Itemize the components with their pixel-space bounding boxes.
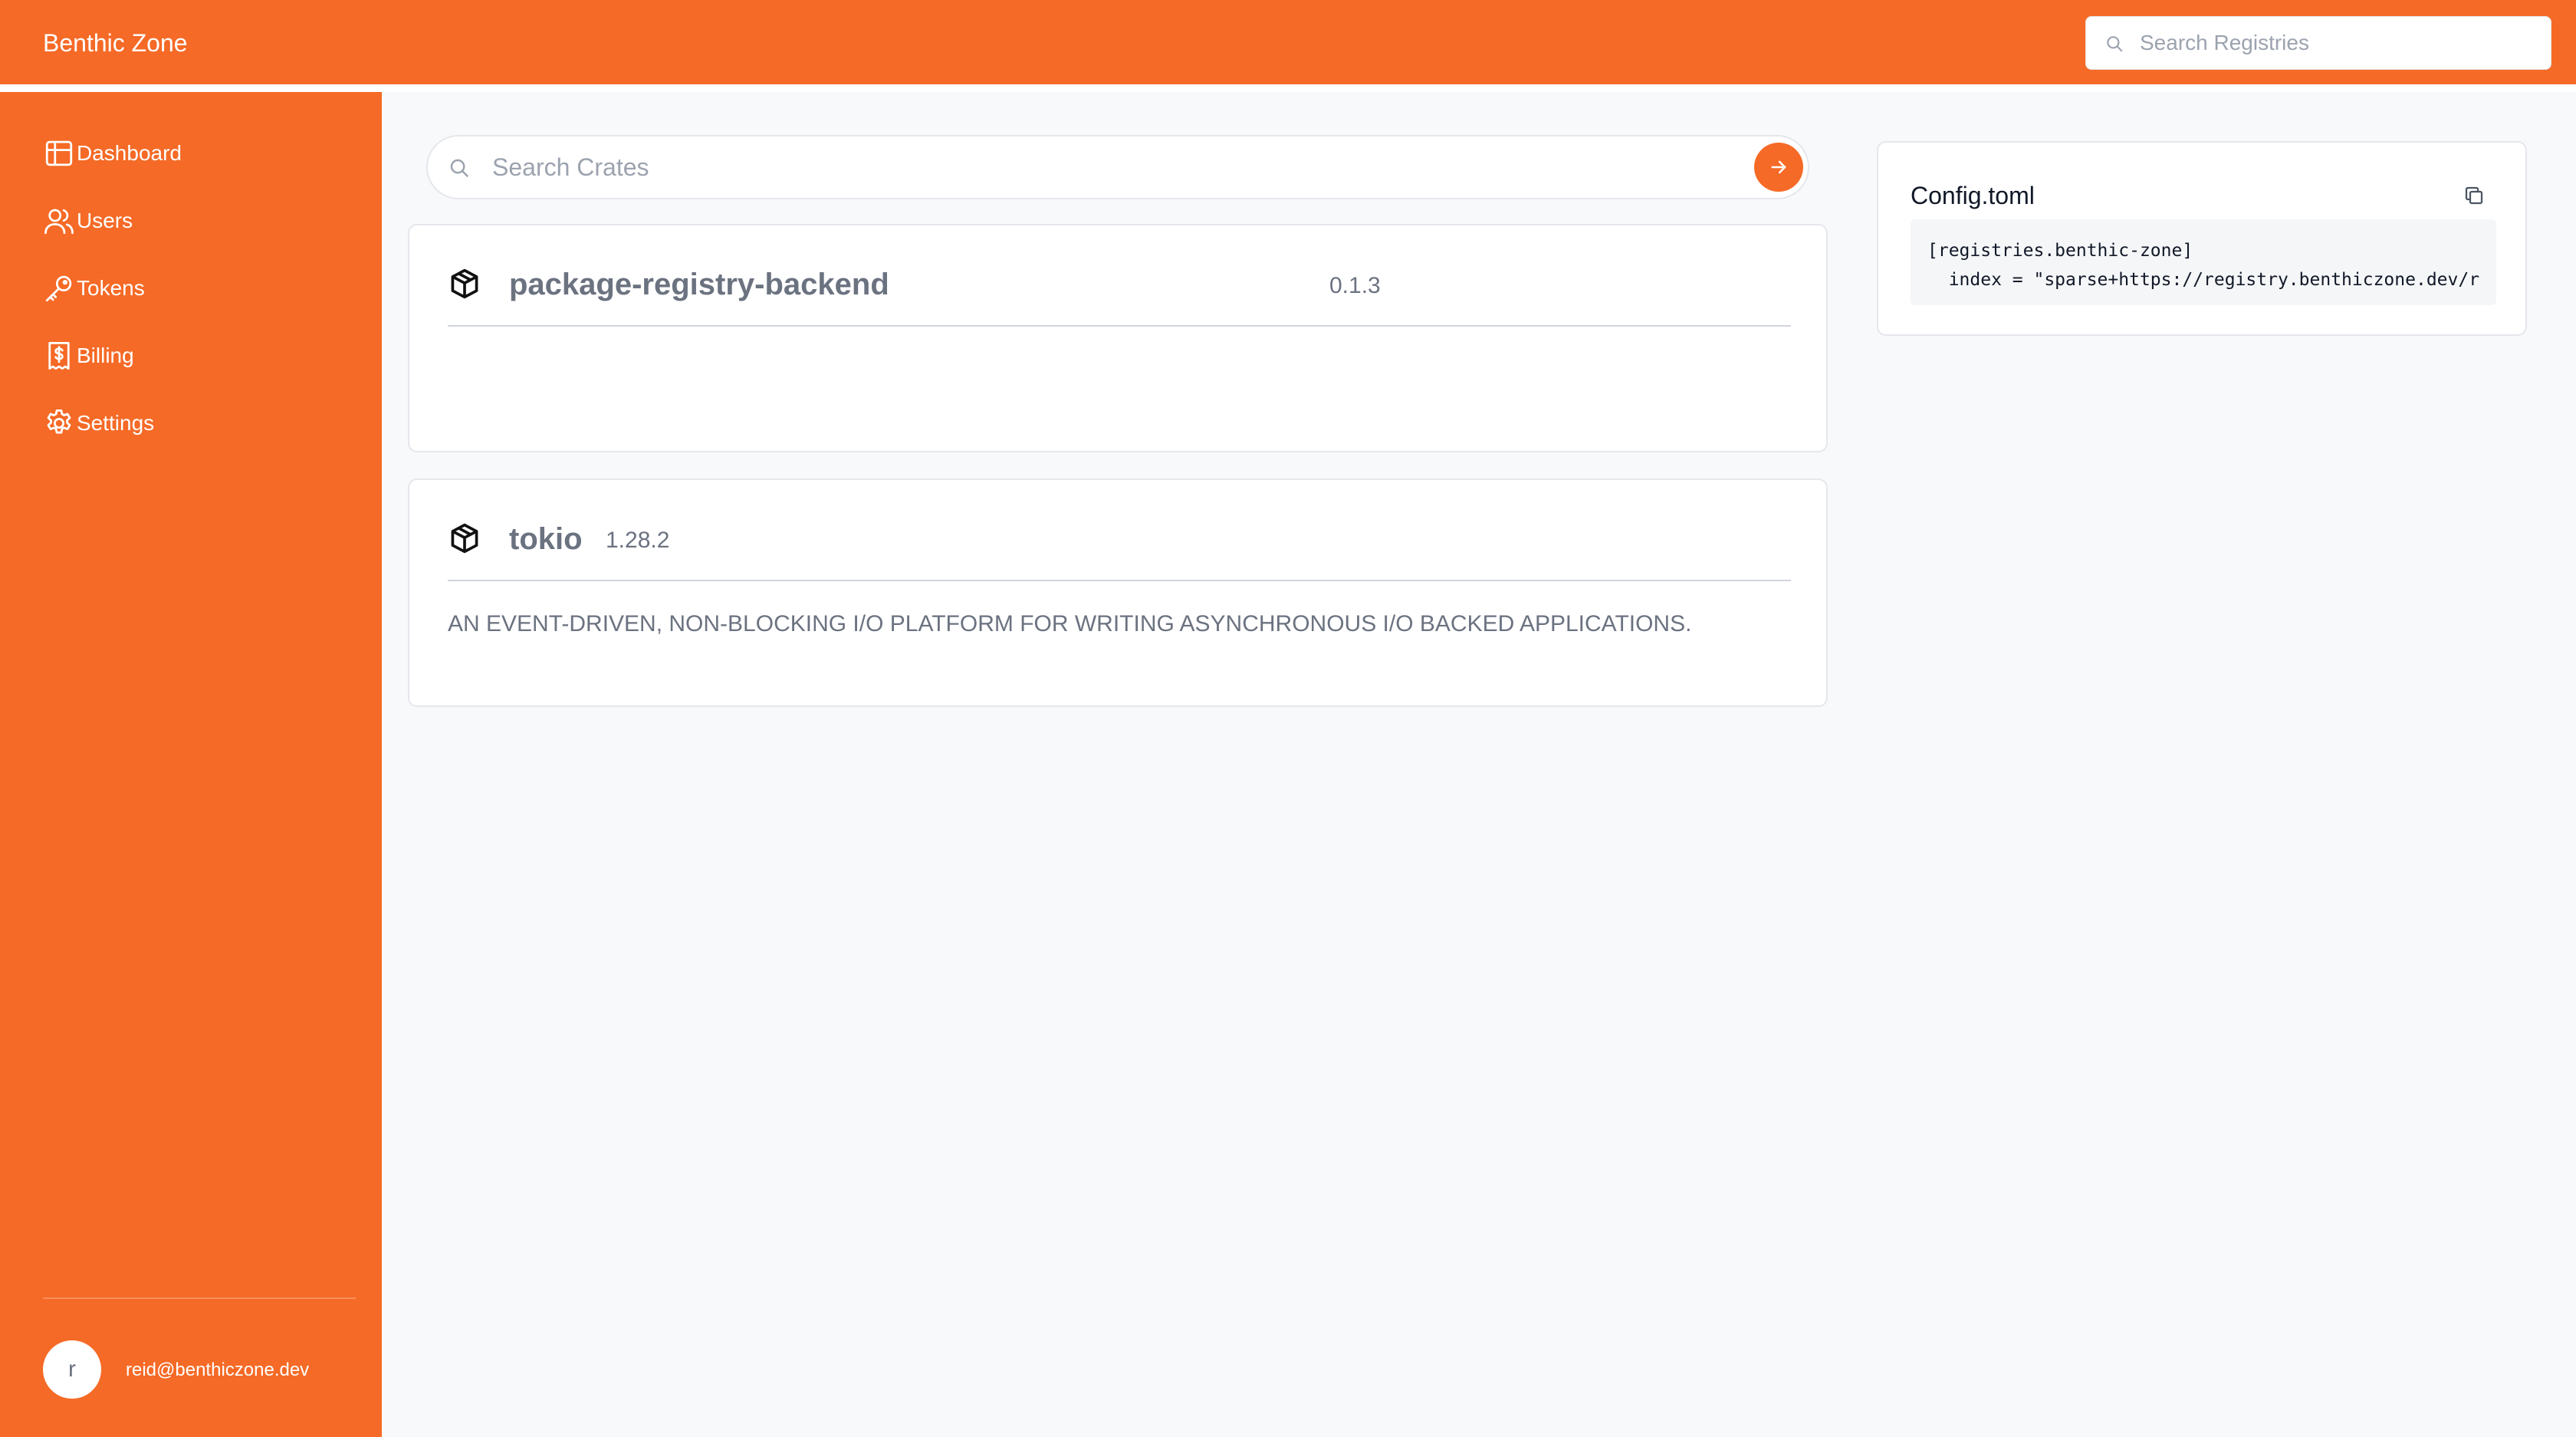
card-divider [448,580,1791,581]
crate-card[interactable]: tokio 1.28.2 AN EVENT-DRIVEN, NON-BLOCKI… [408,478,1828,707]
sidebar-item-billing[interactable]: Billing [43,334,350,377]
config-card: Config.toml [registries.benthic-zone] in… [1877,141,2527,336]
crate-name[interactable]: tokio [509,521,583,557]
sidebar-item-dashboard[interactable]: Dashboard [43,132,350,175]
code-line: index = "sparse+https://registry.benthic… [1927,270,2480,290]
sidebar-item-label: Dashboard [77,141,182,165]
crate-search[interactable] [426,135,1809,199]
users-icon [44,209,74,235]
sidebar: Dashboard Users Tokens Billing Settings … [0,92,382,1437]
brand-title[interactable]: Benthic Zone [43,28,188,58]
crate-version: 1.28.2 [606,528,670,553]
sidebar-divider [43,1297,356,1299]
sidebar-item-settings[interactable]: Settings [43,402,350,445]
receipt-icon [48,341,70,370]
search-icon [450,159,469,178]
crate-description: AN EVENT-DRIVEN, NON-BLOCKING I/O PLATFO… [448,611,1692,636]
search-submit-button[interactable] [1754,143,1803,192]
key-icon [45,275,72,302]
crate-name[interactable]: package-registry-backend [509,267,889,302]
crate-version: 0.1.3 [1329,273,1381,298]
sidebar-item-label: Tokens [77,276,145,300]
crate-card[interactable]: package-registry-backend 0.1.3 [408,224,1828,452]
registry-search-input[interactable] [2140,17,2538,69]
avatar[interactable]: r [43,1340,101,1399]
sidebar-item-label: Billing [77,344,134,367]
user-email[interactable]: reid@benthiczone.dev [126,1359,309,1382]
sidebar-item-users[interactable]: Users [43,199,350,242]
copy-icon[interactable] [2463,184,2486,207]
gear-icon [47,409,71,434]
config-code-block: [registries.benthic-zone] index = "spars… [1911,219,2496,305]
package-icon [451,268,478,299]
top-bar: Benthic Zone [0,0,2576,84]
card-divider [448,325,1791,327]
sidebar-item-label: Settings [77,411,155,435]
arrow-right-icon [1771,160,1786,174]
code-line: [registries.benthic-zone] [1927,241,2193,261]
sidebar-item-tokens[interactable]: Tokens [43,267,350,310]
config-title: Config.toml [1911,182,2035,209]
sidebar-item-label: Users [77,209,133,232]
crate-search-input[interactable] [492,136,1719,198]
search-icon [2107,36,2123,52]
table-icon [45,140,73,166]
header-divider [0,84,2576,92]
package-icon [451,523,478,554]
registry-search[interactable] [2085,16,2551,70]
